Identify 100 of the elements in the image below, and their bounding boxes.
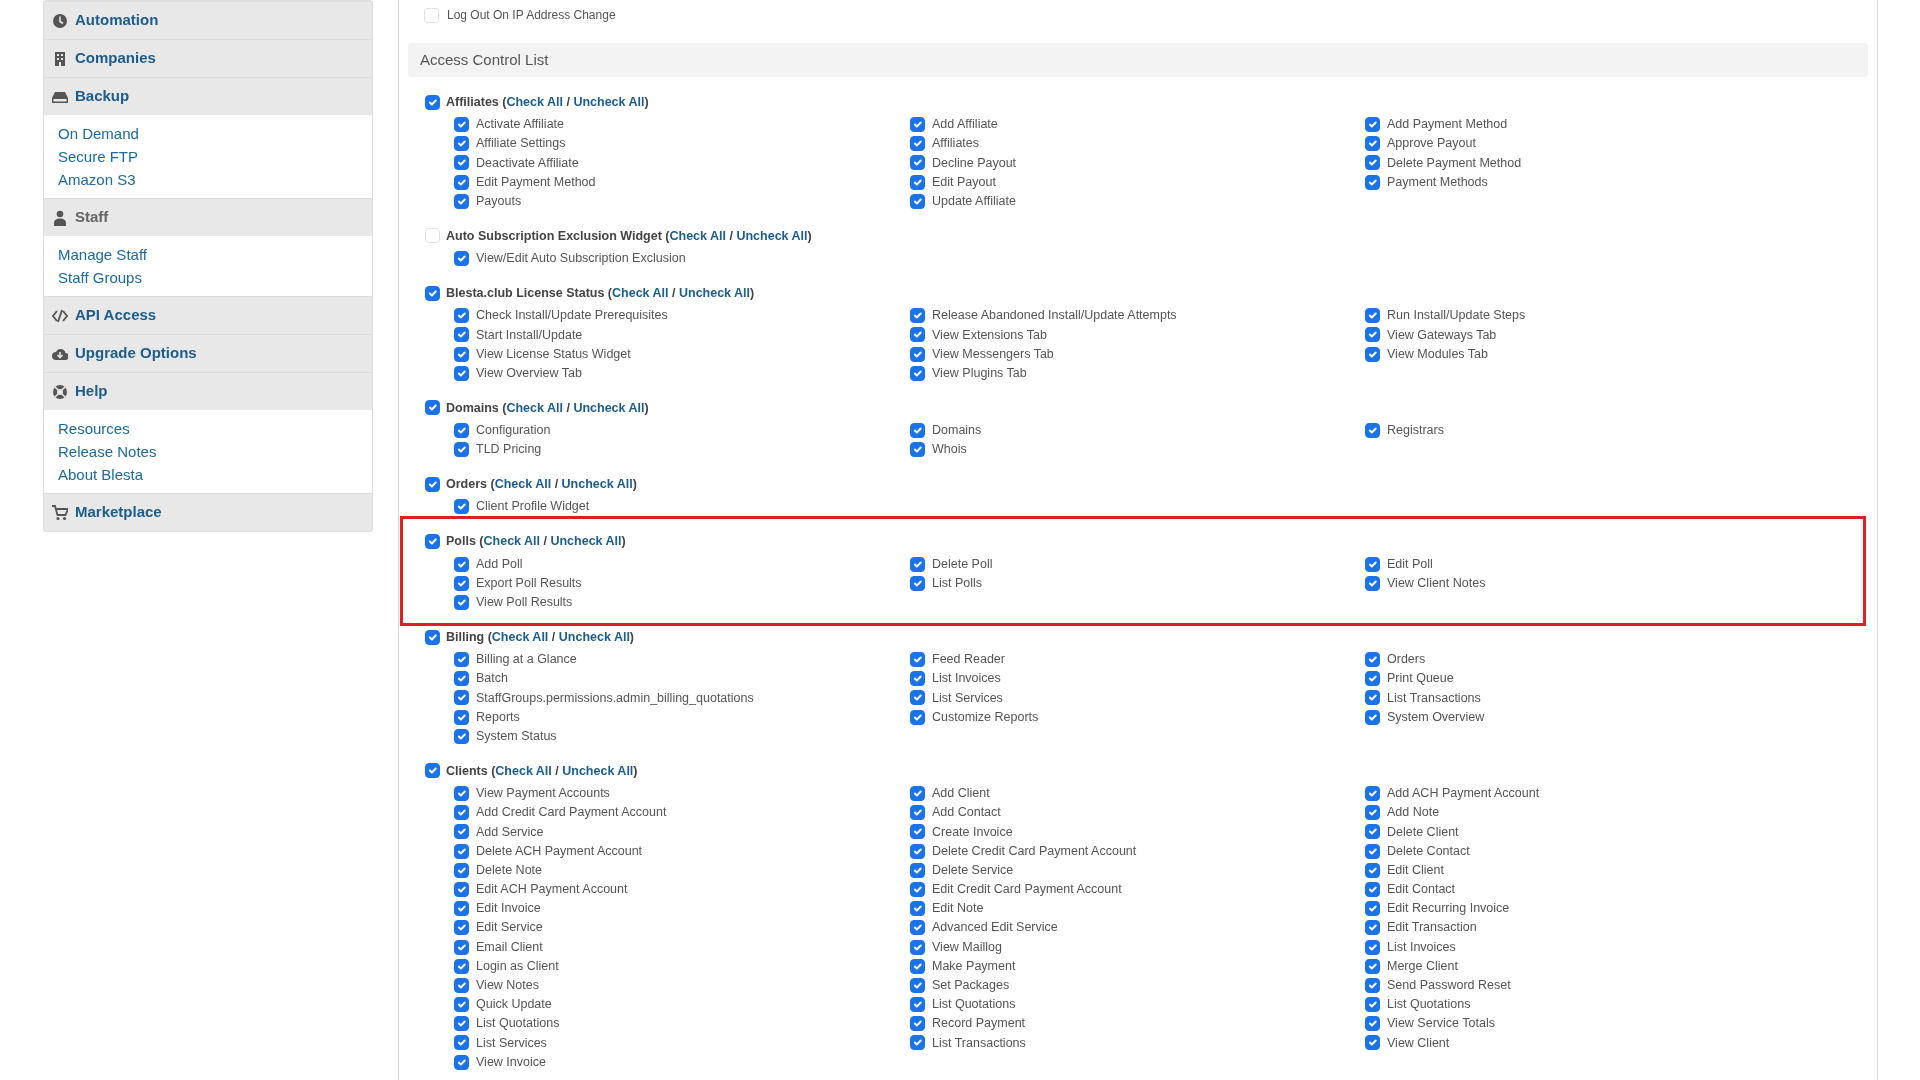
checkbox[interactable] — [1365, 174, 1380, 190]
uncheck-all-link[interactable]: Uncheck All — [573, 94, 645, 109]
checkbox[interactable] — [910, 422, 925, 438]
checkbox[interactable] — [454, 652, 469, 668]
checkbox[interactable] — [1365, 671, 1380, 687]
checkbox[interactable] — [1365, 920, 1380, 936]
checkbox[interactable] — [1365, 958, 1380, 974]
checkbox[interactable] — [425, 533, 440, 549]
checkbox[interactable] — [1365, 862, 1380, 878]
check-all-link[interactable]: Check All — [483, 534, 541, 549]
checkbox[interactable] — [454, 575, 469, 591]
checkbox[interactable] — [454, 997, 469, 1013]
checkbox[interactable] — [454, 556, 469, 572]
checkbox[interactable] — [910, 556, 925, 572]
checkbox[interactable] — [454, 824, 469, 840]
checkbox[interactable] — [454, 805, 469, 821]
checkbox[interactable] — [1365, 1016, 1380, 1032]
sidebar-heading[interactable]: Companies — [44, 39, 372, 77]
checkbox[interactable] — [1365, 786, 1380, 802]
checkbox[interactable] — [1365, 824, 1380, 840]
checkbox[interactable] — [454, 308, 469, 324]
checkbox[interactable] — [454, 881, 469, 897]
checkbox[interactable] — [910, 193, 925, 209]
checkbox[interactable] — [425, 476, 440, 492]
checkbox[interactable] — [454, 920, 469, 936]
uncheck-all-link[interactable]: Uncheck All — [561, 476, 633, 491]
sidebar-heading[interactable]: Upgrade Options — [44, 334, 372, 372]
check-all-link[interactable]: Check All — [506, 94, 563, 109]
checkbox[interactable] — [1365, 136, 1380, 152]
checkbox[interactable] — [910, 442, 925, 458]
checkbox[interactable] — [454, 136, 469, 152]
sidebar-heading[interactable]: Marketplace — [44, 493, 372, 531]
checkbox[interactable] — [1365, 652, 1380, 668]
checkbox[interactable] — [454, 327, 469, 343]
check-all-link[interactable]: Check All — [491, 629, 549, 644]
uncheck-all-link[interactable]: Uncheck All — [573, 400, 645, 415]
checkbox[interactable] — [1365, 805, 1380, 821]
check-all-link[interactable]: Check All — [669, 228, 726, 243]
checkbox[interactable] — [910, 824, 925, 840]
sidebar-link[interactable]: Manage Staff — [58, 243, 147, 266]
checkbox[interactable] — [1365, 117, 1380, 133]
checkbox[interactable] — [1365, 709, 1380, 725]
checkbox[interactable] — [454, 843, 469, 859]
checkbox[interactable] — [1365, 575, 1380, 591]
checkbox[interactable] — [454, 1054, 469, 1070]
checkbox[interactable] — [910, 862, 925, 878]
checkbox[interactable] — [1365, 997, 1380, 1013]
sidebar-link[interactable]: About Blesta — [58, 463, 144, 486]
checkbox[interactable] — [454, 786, 469, 802]
checkbox[interactable] — [910, 1035, 925, 1051]
sidebar-link[interactable]: Release Notes — [58, 440, 157, 463]
checkbox[interactable] — [1365, 1035, 1380, 1051]
checkbox[interactable] — [425, 285, 440, 301]
uncheck-all-link[interactable]: Uncheck All — [558, 629, 630, 644]
checkbox[interactable] — [454, 251, 469, 267]
checkbox[interactable] — [910, 1016, 925, 1032]
checkbox[interactable] — [454, 422, 469, 438]
checkbox[interactable] — [454, 594, 469, 610]
checkbox[interactable] — [454, 977, 469, 993]
checkbox[interactable] — [910, 575, 925, 591]
checkbox[interactable] — [910, 939, 925, 955]
checkbox[interactable] — [1365, 881, 1380, 897]
checkbox[interactable] — [1365, 346, 1380, 362]
checkbox[interactable] — [1365, 939, 1380, 955]
check-all-link[interactable]: Check All — [495, 763, 552, 778]
checkbox[interactable] — [910, 671, 925, 687]
uncheck-all-link[interactable]: Uncheck All — [550, 534, 622, 549]
checkbox[interactable] — [1365, 843, 1380, 859]
check-all-link[interactable]: Check All — [612, 285, 669, 300]
checkbox[interactable] — [425, 94, 440, 110]
checkbox[interactable] — [425, 400, 440, 416]
sidebar-heading[interactable]: Automation — [44, 1, 372, 39]
checkbox[interactable] — [1365, 901, 1380, 917]
checkbox[interactable] — [454, 939, 469, 955]
checkbox[interactable] — [454, 958, 469, 974]
sidebar-link[interactable]: Amazon S3 — [58, 168, 136, 191]
checkbox[interactable] — [454, 671, 469, 687]
checkbox[interactable] — [454, 901, 469, 917]
checkbox[interactable] — [454, 193, 469, 209]
checkbox[interactable] — [454, 1016, 469, 1032]
checkbox[interactable] — [1365, 690, 1380, 706]
checkbox[interactable] — [910, 308, 925, 324]
checkbox[interactable] — [910, 920, 925, 936]
checkbox[interactable] — [1365, 308, 1380, 324]
checkbox[interactable] — [910, 117, 925, 133]
checkbox[interactable] — [910, 805, 925, 821]
checkbox[interactable] — [910, 997, 925, 1013]
checkbox[interactable] — [1365, 556, 1380, 572]
checkbox[interactable] — [910, 958, 925, 974]
checkbox[interactable] — [910, 155, 925, 171]
checkbox[interactable] — [454, 709, 469, 725]
checkbox[interactable] — [910, 327, 925, 343]
checkbox[interactable] — [910, 843, 925, 859]
checkbox[interactable] — [454, 442, 469, 458]
checkbox[interactable] — [454, 346, 469, 362]
checkbox[interactable] — [1365, 977, 1380, 993]
checkbox[interactable] — [454, 365, 469, 381]
checkbox[interactable] — [910, 786, 925, 802]
checkbox[interactable] — [1365, 327, 1380, 343]
sidebar-link[interactable]: Staff Groups — [58, 266, 142, 289]
